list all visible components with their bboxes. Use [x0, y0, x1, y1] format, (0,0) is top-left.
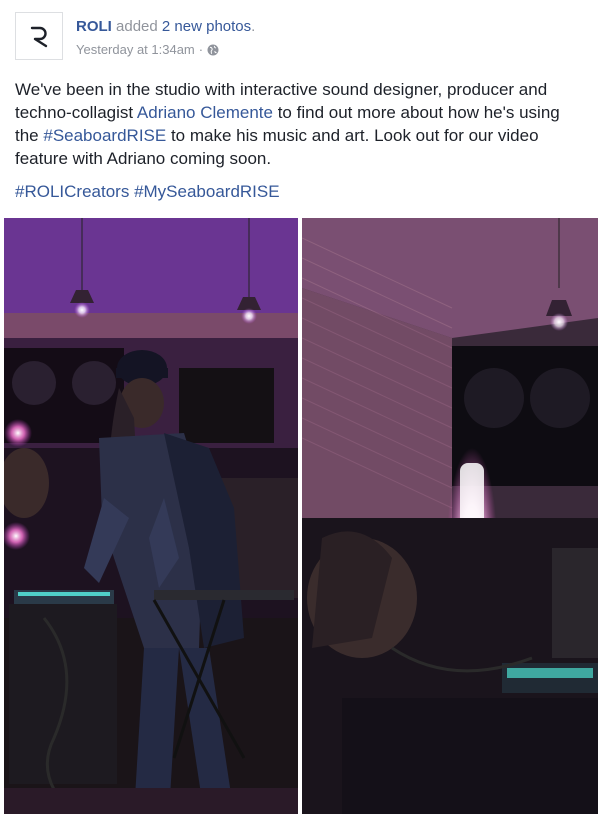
timestamp[interactable]: Yesterday at 1:34am [76, 42, 195, 58]
mention-link[interactable]: Adriano Clemente [137, 103, 273, 122]
hashtag-link[interactable]: #SeaboardRISE [43, 126, 166, 145]
hashtag-list: #ROLICreators #MySeaboardRISE [15, 180, 280, 203]
photo-2-image [302, 218, 598, 814]
post-header: ROLI added 2 new photos. [76, 18, 255, 36]
facebook-post: ROLI added 2 new photos. Yesterday at 1:… [0, 0, 600, 816]
post-paragraph: We've been in the studio with interactiv… [15, 78, 585, 170]
action-text: added [116, 18, 158, 35]
photo-1-image [4, 218, 298, 814]
hashtag-my-seaboard-rise[interactable]: #MySeaboardRISE [134, 182, 280, 201]
photo-2[interactable] [302, 218, 598, 814]
avatar[interactable] [15, 12, 63, 60]
globe-icon[interactable] [207, 44, 219, 56]
new-photos-link[interactable]: 2 new photos [162, 18, 251, 35]
separator: · [198, 42, 204, 57]
action-suffix: . [251, 18, 256, 35]
post-meta: Yesterday at 1:34am · [76, 42, 219, 58]
hashtag-roli-creators[interactable]: #ROLICreators [15, 182, 129, 201]
author-name[interactable]: ROLI [76, 18, 112, 35]
post-body: We've been in the studio with interactiv… [15, 78, 585, 170]
roli-logo-icon [30, 26, 48, 48]
photo-1[interactable] [4, 218, 298, 814]
